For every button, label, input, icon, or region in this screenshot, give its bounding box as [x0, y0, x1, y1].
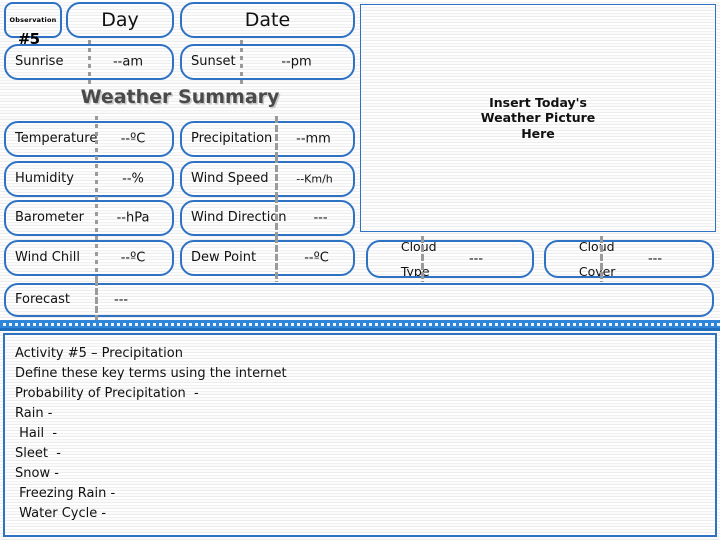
- cloud-type-value: ---: [468, 251, 484, 267]
- wind-chill-value: --ºC: [120, 250, 146, 266]
- date-label: Date: [244, 9, 291, 31]
- activity-line: Probability of Precipitation -: [15, 386, 199, 401]
- humidity-box[interactable]: Humidity --%: [4, 161, 174, 197]
- activity-line: Define these key terms using the interne…: [15, 366, 287, 381]
- sunrise-separator: [88, 40, 91, 84]
- activity-line: Water Cycle -: [15, 506, 107, 521]
- cloud-cover-box[interactable]: Cloud Cover ---: [544, 240, 714, 278]
- day-label: Day: [101, 9, 139, 31]
- forecast-separator: [95, 279, 98, 322]
- activity-line: Freezing Rain -: [15, 486, 116, 501]
- activity-line: Snow -: [15, 466, 59, 481]
- barometer-label: Barometer: [15, 210, 84, 226]
- forecast-box[interactable]: Forecast ---: [4, 283, 714, 317]
- sunset-separator: [240, 40, 243, 84]
- picture-line-3: Here: [521, 125, 555, 141]
- wind-chill-separator: [95, 236, 98, 282]
- precipitation-label: Precipitation: [191, 131, 273, 147]
- sunrise-value: --am: [112, 54, 143, 70]
- wind-direction-value: ---: [313, 210, 328, 226]
- dew-point-label: Dew Point: [191, 250, 257, 266]
- dew-point-separator: [275, 236, 278, 282]
- activity-line: Rain -: [15, 406, 53, 421]
- wind-chill-box[interactable]: Wind Chill --ºC: [4, 240, 174, 276]
- cloud-type-separator: [421, 236, 424, 282]
- dew-point-value: --ºC: [304, 250, 329, 266]
- temperature-label: Temperature: [15, 131, 98, 147]
- section-divider: [0, 320, 720, 331]
- wind-speed-label: Wind Speed: [191, 171, 269, 187]
- forecast-label: Forecast: [15, 292, 71, 308]
- precipitation-value: --mm: [296, 131, 331, 147]
- cloud-cover-separator: [600, 236, 603, 282]
- picture-line-2: Weather Picture: [480, 110, 596, 126]
- wind-speed-box[interactable]: Wind Speed --Km/h: [180, 161, 355, 197]
- humidity-value: --%: [122, 171, 144, 187]
- wind-direction-box[interactable]: Wind Direction ---: [180, 200, 355, 236]
- precipitation-box[interactable]: Precipitation --mm: [180, 121, 355, 157]
- wind-speed-value: --Km/h: [296, 172, 333, 186]
- activity-line: Activity #5 – Precipitation: [15, 346, 183, 361]
- weather-observation-worksheet: Observation #5 Day Date Sunrise --am Sun…: [0, 0, 720, 540]
- sunset-value: --pm: [281, 54, 312, 70]
- activity-line: Hail -: [15, 426, 58, 441]
- weather-picture-placeholder-text: Insert Today's Weather Picture Here: [361, 95, 715, 141]
- barometer-value: --hPa: [116, 210, 150, 226]
- temperature-value: --ºC: [120, 131, 146, 147]
- weather-summary-title: Weather Summary: [80, 86, 280, 108]
- weather-picture-placeholder[interactable]: Insert Today's Weather Picture Here: [360, 4, 716, 232]
- temperature-box[interactable]: Temperature --ºC: [4, 121, 174, 157]
- day-box[interactable]: Day: [66, 2, 174, 38]
- cloud-type-box[interactable]: Cloud Type ---: [366, 240, 534, 278]
- observation-label: Observation: [9, 16, 57, 24]
- activity-line: Sleet -: [15, 446, 61, 461]
- activity-panel: Activity #5 – Precipitation Define these…: [3, 333, 717, 537]
- wind-direction-label: Wind Direction: [191, 210, 287, 226]
- picture-line-1: Insert Today's: [489, 95, 587, 111]
- wind-chill-label: Wind Chill: [15, 250, 80, 266]
- forecast-value: ---: [114, 292, 129, 308]
- barometer-box[interactable]: Barometer --hPa: [4, 200, 174, 236]
- sunrise-label: Sunrise: [15, 54, 64, 70]
- date-box[interactable]: Date: [180, 2, 355, 38]
- cloud-cover-value: ---: [647, 251, 663, 267]
- humidity-label: Humidity: [15, 171, 74, 187]
- dew-point-box[interactable]: Dew Point --ºC: [180, 240, 355, 276]
- sunset-label: Sunset: [191, 54, 236, 70]
- sunset-box[interactable]: Sunset --pm: [180, 44, 355, 80]
